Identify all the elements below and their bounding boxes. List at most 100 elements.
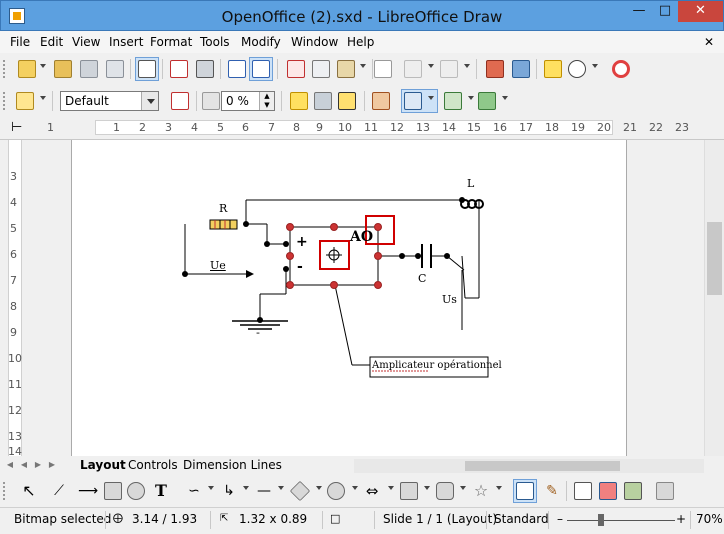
rotate-icon[interactable] bbox=[404, 92, 422, 110]
glue-points-icon[interactable]: ✎ bbox=[543, 482, 561, 500]
align-dropdown-icon[interactable] bbox=[468, 96, 474, 100]
menu-help[interactable]: Help bbox=[347, 35, 374, 49]
paste-dropdown-icon[interactable] bbox=[360, 64, 366, 68]
block-arrows-dropdown-icon[interactable] bbox=[388, 486, 394, 490]
save-icon[interactable] bbox=[80, 60, 98, 78]
last-tab-icon[interactable]: ▶ bbox=[46, 460, 58, 472]
select-pointer-icon[interactable]: ↖ bbox=[20, 482, 38, 500]
arrange-dropdown-icon[interactable] bbox=[502, 96, 508, 100]
horizontal-scroll-thumb[interactable] bbox=[465, 461, 620, 471]
lines-arrows-dropdown-icon[interactable] bbox=[278, 486, 284, 490]
flowchart-icon[interactable] bbox=[400, 482, 418, 500]
extrusion-icon[interactable] bbox=[656, 482, 674, 500]
connector-dropdown-icon[interactable] bbox=[243, 486, 249, 490]
stars-icon[interactable]: ☆ bbox=[472, 482, 490, 500]
zoom-in-icon[interactable]: + bbox=[676, 512, 686, 526]
minimize-button[interactable]: — bbox=[626, 1, 652, 22]
next-tab-icon[interactable]: ▶ bbox=[32, 460, 44, 472]
redo-icon[interactable] bbox=[440, 60, 458, 78]
callout-text[interactable]: Amplicateur opérationnel bbox=[372, 360, 502, 371]
arrow-line-icon[interactable]: ⟶ bbox=[78, 482, 98, 500]
status-zoom[interactable]: 70% bbox=[696, 512, 723, 526]
undo-dropdown-icon[interactable] bbox=[428, 64, 434, 68]
fontwork-icon[interactable] bbox=[544, 60, 562, 78]
export-pdf-icon[interactable] bbox=[170, 60, 188, 78]
menu-file[interactable]: File bbox=[10, 35, 30, 49]
cut-icon[interactable] bbox=[287, 60, 305, 78]
auto-spellcheck-icon[interactable] bbox=[252, 60, 270, 78]
paste-icon[interactable] bbox=[337, 60, 355, 78]
tab-controls[interactable]: Controls bbox=[128, 458, 178, 472]
menu-modify[interactable]: Modify bbox=[241, 35, 281, 49]
vertical-scrollbar[interactable] bbox=[704, 140, 724, 456]
from-file-icon[interactable] bbox=[599, 482, 617, 500]
transparency-spinner[interactable]: ▲ ▼ bbox=[259, 92, 274, 110]
vertical-scroll-thumb[interactable] bbox=[707, 222, 722, 295]
prev-tab-icon[interactable]: ◀ bbox=[18, 460, 30, 472]
block-arrows-icon[interactable]: ⇔ bbox=[363, 482, 381, 500]
shadow-icon[interactable] bbox=[338, 92, 356, 110]
style-dropdown-icon[interactable] bbox=[141, 92, 158, 110]
email-icon[interactable] bbox=[106, 60, 124, 78]
zoom-slider-knob[interactable] bbox=[598, 514, 604, 526]
help-icon[interactable] bbox=[612, 60, 630, 78]
rectangle-tool-icon[interactable] bbox=[104, 482, 122, 500]
navigator-icon[interactable] bbox=[512, 60, 530, 78]
menu-window[interactable]: Window bbox=[291, 35, 338, 49]
slide-page[interactable]: R L AO + - C Ue Us - Amplicateur opérati… bbox=[71, 140, 627, 456]
document-modified-icon[interactable]: □ bbox=[330, 512, 340, 525]
callouts-dropdown-icon[interactable] bbox=[460, 486, 466, 490]
basic-shapes-icon[interactable] bbox=[289, 480, 311, 502]
toolbar-grip[interactable] bbox=[3, 92, 6, 110]
horizontal-ruler[interactable]: ⊢ 1 1 2 3 4 5 6 7 8 9 10 11 12 13 14 15 … bbox=[0, 116, 724, 140]
transformations-dropdown-icon[interactable] bbox=[428, 96, 434, 100]
zoom-slider[interactable] bbox=[567, 520, 675, 521]
zoom-dropdown-icon[interactable] bbox=[592, 64, 598, 68]
fill-color-icon[interactable] bbox=[314, 92, 332, 110]
toolbar-grip[interactable] bbox=[3, 60, 6, 78]
line-tool-icon[interactable]: ⟋ bbox=[50, 482, 68, 500]
styles-icon[interactable] bbox=[16, 92, 34, 110]
new-dropdown-icon[interactable] bbox=[40, 64, 46, 68]
align-icon[interactable] bbox=[444, 92, 462, 110]
lines-arrows-icon[interactable]: — bbox=[255, 482, 273, 500]
close-document-icon[interactable]: ✕ bbox=[704, 35, 714, 49]
fontwork-gallery-icon[interactable] bbox=[574, 482, 592, 500]
drawing-canvas[interactable]: R L AO + - C Ue Us - Amplicateur opérati… bbox=[28, 140, 704, 456]
ellipse-tool-icon[interactable] bbox=[127, 482, 145, 500]
status-master-page[interactable]: Standard bbox=[494, 512, 549, 526]
menu-format[interactable]: Format bbox=[150, 35, 192, 49]
menu-tools[interactable]: Tools bbox=[200, 35, 230, 49]
vertical-ruler[interactable]: 3 4 5 6 7 8 9 10 11 12 13 14 bbox=[0, 140, 28, 458]
edit-file-icon[interactable] bbox=[138, 60, 156, 78]
line-color-icon[interactable] bbox=[290, 92, 308, 110]
flowchart-dropdown-icon[interactable] bbox=[424, 486, 430, 490]
undo-icon[interactable] bbox=[404, 60, 422, 78]
new-document-icon[interactable] bbox=[18, 60, 36, 78]
transparency-icon[interactable] bbox=[202, 92, 220, 110]
basic-shapes-dropdown-icon[interactable] bbox=[316, 486, 322, 490]
connector-tool-icon[interactable]: ↳ bbox=[220, 482, 238, 500]
tab-dimension-lines[interactable]: Dimension Lines bbox=[183, 458, 282, 472]
symbol-shapes-icon[interactable] bbox=[327, 482, 345, 500]
redo-dropdown-icon[interactable] bbox=[464, 64, 470, 68]
stars-dropdown-icon[interactable] bbox=[496, 486, 502, 490]
chart-icon[interactable] bbox=[486, 60, 504, 78]
close-window-button[interactable]: ✕ bbox=[678, 1, 723, 22]
callouts-icon[interactable] bbox=[436, 482, 454, 500]
menu-view[interactable]: View bbox=[72, 35, 100, 49]
horizontal-scrollbar[interactable] bbox=[354, 459, 704, 473]
open-folder-icon[interactable] bbox=[54, 60, 72, 78]
print-icon[interactable] bbox=[196, 60, 214, 78]
toolbar-grip[interactable] bbox=[3, 482, 6, 500]
menu-insert[interactable]: Insert bbox=[109, 35, 143, 49]
crop-image-icon[interactable] bbox=[372, 92, 390, 110]
arrange-icon[interactable] bbox=[478, 92, 496, 110]
styles-dropdown-icon[interactable] bbox=[40, 96, 46, 100]
tab-stop-icon[interactable]: ⊢ bbox=[11, 120, 22, 135]
points-icon[interactable] bbox=[516, 482, 534, 500]
clone-formatting-icon[interactable] bbox=[374, 60, 392, 78]
spelling-icon[interactable] bbox=[228, 60, 246, 78]
first-tab-icon[interactable]: ◀ bbox=[4, 460, 16, 472]
symbol-shapes-dropdown-icon[interactable] bbox=[352, 486, 358, 490]
